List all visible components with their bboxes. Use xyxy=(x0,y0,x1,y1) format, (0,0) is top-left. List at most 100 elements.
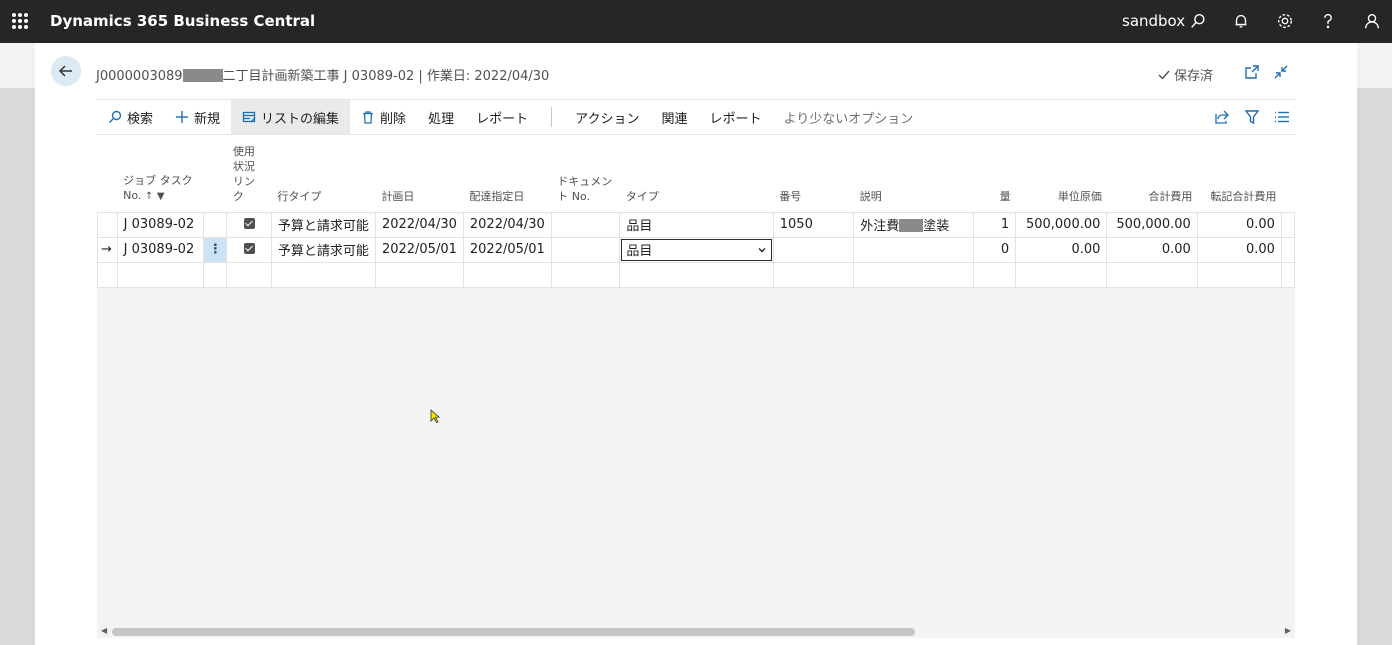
cell-usage-link[interactable] xyxy=(226,211,272,238)
col-usage-link-label: 使用状況リンク xyxy=(232,144,255,203)
table-row[interactable]: J 03089-02 予算と請求可能 2022/04/30 2022/04/30… xyxy=(97,211,1296,238)
delete-button[interactable]: 削除 xyxy=(350,100,417,134)
cell-planned-delivery-date[interactable]: 2022/04/30 xyxy=(462,211,552,238)
cell-empty[interactable] xyxy=(1106,261,1198,288)
cell-empty[interactable] xyxy=(972,261,1017,288)
cell-unit-cost[interactable]: 500,000.00 xyxy=(1015,211,1108,238)
edit-list-icon xyxy=(242,111,256,123)
cell-empty xyxy=(203,261,228,288)
bell-icon[interactable] xyxy=(1231,11,1251,31)
cell-unit-cost[interactable]: 0.00 xyxy=(1015,236,1108,263)
cell-quantity[interactable]: 0 xyxy=(972,236,1017,263)
cell-document-no[interactable] xyxy=(550,236,621,263)
cell-quantity[interactable]: 1 xyxy=(972,211,1017,238)
col-planned-delivery-date[interactable]: 配達指定日 xyxy=(463,136,552,212)
cell-empty[interactable] xyxy=(853,261,974,288)
gear-icon[interactable] xyxy=(1275,11,1295,31)
cell-no[interactable]: 1050 xyxy=(772,211,855,238)
row-indicator xyxy=(97,211,118,238)
col-job-task-no[interactable]: ジョブ タスク No. ↑ ▼ xyxy=(117,136,204,212)
col-unit-cost[interactable]: 単位原価 xyxy=(1015,136,1107,212)
col-planning-date[interactable]: 計画日 xyxy=(375,136,464,212)
cell-line-type[interactable]: 予算と請求可能 xyxy=(270,211,376,238)
cell-usage-link[interactable] xyxy=(226,236,272,263)
cell-empty[interactable] xyxy=(226,261,272,288)
row-indicator: → xyxy=(97,236,118,263)
search-button[interactable]: 検索 xyxy=(97,100,164,134)
scroll-left-icon[interactable]: ◀ xyxy=(101,626,107,635)
filter-icon[interactable] xyxy=(1243,108,1261,126)
list-view-icon[interactable] xyxy=(1273,108,1291,126)
horizontal-scrollbar[interactable]: ◀ ▶ xyxy=(97,624,1295,638)
cell-empty[interactable] xyxy=(619,261,774,288)
checkbox-checked[interactable] xyxy=(243,243,255,254)
cell-type[interactable]: 品目 xyxy=(619,211,774,238)
cell-empty[interactable] xyxy=(116,261,205,288)
cell-no[interactable] xyxy=(772,236,855,263)
row-actions-icon[interactable]: ⋮ xyxy=(203,236,228,263)
app-title[interactable]: Dynamics 365 Business Central xyxy=(50,12,315,30)
cell-document-no[interactable] xyxy=(550,211,621,238)
cell-empty[interactable] xyxy=(1196,261,1282,288)
search-icon xyxy=(109,110,122,123)
col-quantity[interactable]: 量 xyxy=(973,136,1016,212)
cell-empty[interactable] xyxy=(772,261,855,288)
scroll-right-icon[interactable]: ▶ xyxy=(1285,626,1291,635)
col-description[interactable]: 説明 xyxy=(853,136,974,212)
report-menu-2[interactable]: レポート xyxy=(698,100,772,134)
process-menu[interactable]: 処理 xyxy=(417,100,465,134)
checkbox-checked[interactable] xyxy=(243,218,255,229)
report-menu[interactable]: レポート xyxy=(465,100,539,134)
cell-job-task-no[interactable]: J 03089-02 xyxy=(116,211,205,238)
cell-posted-total-cost[interactable]: 0.00 xyxy=(1196,211,1282,238)
row-indicator xyxy=(97,261,118,288)
lines-grid: ジョブ タスク No. ↑ ▼ 使用状況リンク 行タイプ 計画日 配達指定日 ド… xyxy=(97,136,1296,638)
cell-empty[interactable] xyxy=(462,261,552,288)
description-part-b: 塗装 xyxy=(923,219,950,234)
cell-planned-delivery-date[interactable]: 2022/05/01 xyxy=(462,236,552,263)
open-new-window-icon[interactable] xyxy=(1243,63,1261,81)
collapse-icon[interactable] xyxy=(1272,63,1290,81)
col-usage-link[interactable]: 使用状況リンク xyxy=(226,136,272,212)
edit-list-button[interactable]: リストの編集 xyxy=(231,100,351,134)
cell-empty[interactable] xyxy=(1015,261,1108,288)
cell-empty[interactable] xyxy=(374,261,464,288)
col-total-cost[interactable]: 合計費用 xyxy=(1106,136,1198,212)
cell-description[interactable]: 外注費 塗装 xyxy=(853,211,974,238)
back-button[interactable] xyxy=(51,56,81,86)
cell-planning-date[interactable]: 2022/04/30 xyxy=(374,211,464,238)
col-posted-total-cost[interactable]: 転記合計費用 xyxy=(1197,136,1282,212)
fewer-options-button[interactable]: より少ないオプション xyxy=(772,100,924,134)
cell-job-task-no[interactable]: J 03089-02 xyxy=(116,236,205,263)
col-line-type[interactable]: 行タイプ xyxy=(271,136,376,212)
cell-total-cost[interactable]: 0.00 xyxy=(1106,236,1198,263)
cell-line-type[interactable]: 予算と請求可能 xyxy=(270,236,376,263)
cell-description[interactable] xyxy=(853,236,974,263)
cell-total-cost[interactable]: 500,000.00 xyxy=(1106,211,1198,238)
type-select[interactable]: 品目 xyxy=(621,238,772,261)
cell-empty[interactable] xyxy=(550,261,621,288)
new-button[interactable]: 新規 xyxy=(164,100,231,134)
table-row-empty[interactable] xyxy=(97,261,1296,288)
type-select-value: 品目 xyxy=(626,244,653,259)
col-type[interactable]: タイプ xyxy=(619,136,774,212)
related-menu[interactable]: 関連 xyxy=(650,100,698,134)
col-document-no[interactable]: ドキュメント No. xyxy=(551,136,620,212)
col-no[interactable]: 番号 xyxy=(773,136,854,212)
app-launcher-icon[interactable] xyxy=(12,13,28,29)
col-planned-delivery-label: 配達指定日 xyxy=(469,189,525,203)
cell-planning-date[interactable]: 2022/05/01 xyxy=(374,236,464,263)
cell-posted-total-cost[interactable]: 0.00 xyxy=(1196,236,1282,263)
search-icon[interactable] xyxy=(1188,11,1208,31)
scrollbar-thumb[interactable] xyxy=(112,628,915,636)
redacted-block xyxy=(182,69,223,82)
actions-menu[interactable]: アクション xyxy=(564,100,650,134)
share-icon[interactable] xyxy=(1213,108,1231,126)
cell-empty[interactable] xyxy=(270,261,376,288)
help-icon[interactable] xyxy=(1318,11,1338,31)
table-row-selected[interactable]: → J 03089-02 ⋮ 予算と請求可能 2022/05/01 2022/0… xyxy=(97,236,1296,263)
cell-type[interactable]: 品目 xyxy=(619,236,774,263)
description-part-a: 外注費 xyxy=(860,219,900,234)
user-icon[interactable] xyxy=(1362,11,1382,31)
job-planning-lines-table: ジョブ タスク No. ↑ ▼ 使用状況リンク 行タイプ 計画日 配達指定日 ド… xyxy=(97,136,1296,288)
